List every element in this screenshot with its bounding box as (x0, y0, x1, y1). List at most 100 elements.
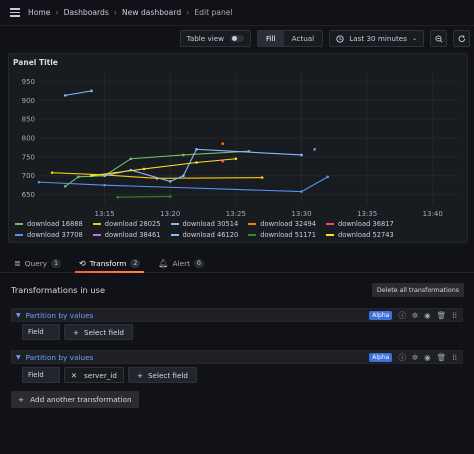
zoom-out-button[interactable] (430, 30, 447, 47)
tab-query-label: Query (24, 259, 48, 268)
refresh-icon (458, 34, 465, 42)
data-point (90, 89, 93, 93)
info-icon[interactable]: ⓘ (398, 353, 406, 361)
legend-item[interactable]: download 30514 (170, 220, 239, 228)
field-label: Field (22, 324, 60, 340)
trash-icon[interactable]: 🗑︎ (437, 353, 447, 361)
data-point (103, 183, 106, 187)
menu-icon[interactable] (10, 8, 20, 17)
legend-item[interactable]: download 38461 (92, 231, 161, 239)
legend-item[interactable]: download 46120 (170, 231, 239, 239)
transformation-name: Partition by values (25, 352, 94, 362)
breadcrumb-dashboards[interactable]: Dashboards (64, 8, 109, 17)
breadcrumb-home[interactable]: Home (28, 8, 50, 17)
transformation-header[interactable]: ▼ Partition by values Alpha ⓘ ✲ ◉ 🗑︎ ⁞⁞ (11, 308, 463, 322)
tab-transform[interactable]: ⟲ Transform 2 (74, 255, 145, 273)
legend-item[interactable]: download 37708 (15, 231, 83, 239)
chevron-right-icon: › (113, 8, 117, 17)
legend-label: download 46120 (182, 231, 239, 239)
time-series-chart: 950 900 850 800 750 700 650 13:15 13:20 13:25 13:3… (22, 72, 459, 218)
breadcrumb: Home › Dashboards › New dashboard › Edit… (28, 8, 233, 17)
legend-item[interactable]: download 36817 (326, 220, 394, 228)
legend-swatch (248, 234, 257, 236)
panel-preview: Panel Title 950 900 850 800 750 700 650 13:15 13… (8, 53, 468, 243)
database-icon: ≣ (14, 259, 21, 268)
series-line (91, 158, 236, 177)
toggle-switch[interactable] (230, 35, 245, 42)
legend-label: download 30514 (182, 220, 239, 228)
y-tick-label: 850 (22, 116, 35, 124)
tab-alert[interactable]: 🔔︎ Alert 0 (158, 255, 204, 272)
data-point (195, 148, 198, 151)
legend-item[interactable]: download 52743 (326, 231, 394, 239)
field-tag[interactable]: ✕ server_id (64, 367, 124, 383)
alpha-badge: Alpha (369, 352, 393, 362)
table-view-toggle[interactable]: Table view (179, 30, 252, 47)
eye-icon[interactable]: ◉ (424, 311, 431, 319)
legend-item[interactable]: download 51171 (248, 231, 316, 239)
data-point (168, 195, 172, 198)
legend-swatch (92, 234, 101, 236)
data-point (260, 176, 264, 179)
y-tick-label: 950 (22, 78, 35, 86)
y-tick-label: 750 (22, 153, 35, 161)
x-tick-label: 13:40 (423, 210, 443, 218)
legend-label: download 51171 (260, 231, 316, 239)
select-field-button[interactable]: + Select field (64, 324, 133, 340)
time-range-picker[interactable]: Last 30 minutes ⌄ (329, 30, 424, 47)
refresh-button[interactable] (453, 30, 470, 47)
legend-label: download 36817 (338, 220, 394, 228)
data-point (182, 153, 185, 157)
panel-edit-toolbar: Table view Fill Actual Last 30 minutes ⌄ (179, 30, 470, 47)
legend-item[interactable]: download 32494 (248, 220, 316, 228)
actual-button[interactable]: Actual (284, 31, 323, 46)
data-point (195, 161, 198, 164)
series-line (38, 176, 329, 193)
field-tag-label: server_id (84, 370, 117, 380)
debug-icon[interactable]: ✲ (412, 311, 418, 319)
legend-swatch (170, 234, 179, 236)
tab-transform-label: Transform (89, 259, 127, 268)
drag-handle-icon[interactable]: ⁞⁞ (452, 353, 457, 361)
plus-icon: + (18, 395, 25, 404)
legend-swatch (326, 223, 334, 225)
top-navigation-bar: Home › Dashboards › New dashboard › Edit… (0, 0, 474, 26)
chart-legend: download 16888 download 28025 download 305… (15, 220, 465, 239)
tab-query[interactable]: ≣ Query 1 (14, 255, 61, 272)
x-tick-label: 13:25 (226, 210, 246, 218)
data-point (77, 175, 80, 179)
fill-button[interactable]: Fill (258, 31, 284, 46)
chevron-down-icon[interactable]: ▼ (16, 312, 21, 319)
x-tick-label: 13:15 (95, 210, 115, 218)
delete-all-transformations-button[interactable]: Delete all transformations (371, 283, 464, 297)
drag-handle-icon[interactable]: ⁞⁞ (452, 311, 457, 319)
data-point (326, 175, 330, 179)
tab-transform-count: 2 (130, 259, 141, 268)
x-tick-label: 13:30 (291, 210, 311, 218)
trash-icon[interactable]: 🗑︎ (437, 311, 447, 319)
legend-item[interactable]: download 16888 (15, 220, 83, 228)
debug-icon[interactable]: ✲ (412, 353, 418, 361)
field-label: Field (22, 367, 60, 383)
close-icon[interactable]: ✕ (71, 371, 77, 380)
info-icon[interactable]: ⓘ (398, 311, 406, 319)
breadcrumb-new-dashboard[interactable]: New dashboard (122, 8, 181, 17)
data-point (300, 190, 303, 193)
plus-icon: + (73, 327, 80, 337)
data-point (129, 157, 133, 161)
tab-alert-label: Alert (172, 259, 191, 268)
zoom-out-icon (434, 34, 443, 43)
data-point (90, 174, 93, 178)
data-point (37, 180, 41, 184)
data-point (103, 174, 106, 178)
transformation-header[interactable]: ▼ Partition by values Alpha ⓘ ✲ ◉ 🗑︎ ⁞⁞ (11, 350, 463, 364)
legend-item[interactable]: download 28025 (92, 220, 161, 228)
select-field-button[interactable]: + Select field (127, 367, 197, 383)
chevron-down-icon[interactable]: ▼ (16, 354, 21, 361)
data-point (182, 174, 185, 178)
data-point (142, 167, 146, 171)
add-transformation-button[interactable]: + Add another transformation (11, 391, 139, 408)
data-point (63, 94, 67, 97)
eye-icon[interactable]: ◉ (424, 353, 431, 361)
data-point (116, 195, 120, 199)
